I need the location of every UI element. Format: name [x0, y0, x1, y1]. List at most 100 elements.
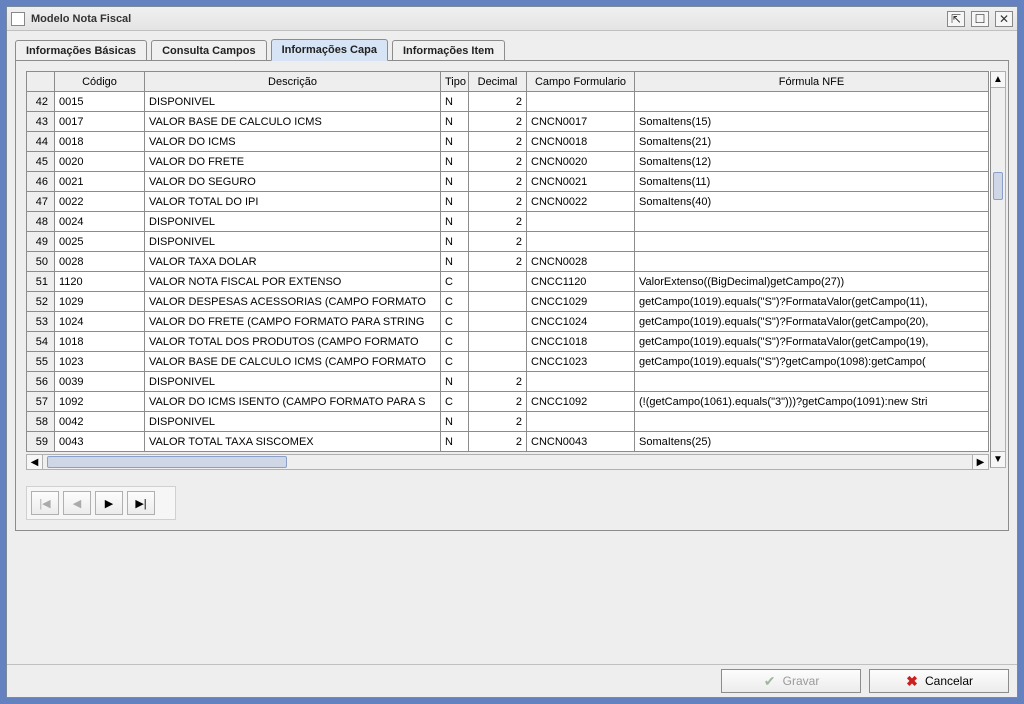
table-row[interactable]: 571092VALOR DO ICMS ISENTO (CAMPO FORMAT… [27, 392, 989, 412]
cell-formula[interactable]: SomaItens(40) [635, 192, 989, 212]
cell-codigo[interactable]: 1024 [55, 312, 145, 332]
cell-decimal[interactable]: 2 [469, 132, 527, 152]
cell-formula[interactable]: getCampo(1019).equals("S")?FormataValor(… [635, 312, 989, 332]
save-button[interactable]: ✔ Gravar [721, 669, 861, 693]
col-header-2[interactable]: Tipo [441, 72, 469, 92]
cell-campo[interactable]: CNCC1024 [527, 312, 635, 332]
cell-descricao[interactable]: VALOR DESPESAS ACESSORIAS (CAMPO FORMATO [145, 292, 441, 312]
cell-formula[interactable]: getCampo(1019).equals("S")?FormataValor(… [635, 292, 989, 312]
table-row[interactable]: 470022VALOR TOTAL DO IPIN2CNCN0022SomaIt… [27, 192, 989, 212]
table-row[interactable]: 460021VALOR DO SEGURON2CNCN0021SomaItens… [27, 172, 989, 192]
cell-tipo[interactable]: C [441, 272, 469, 292]
cell-descricao[interactable]: DISPONIVEL [145, 92, 441, 112]
vertical-scrollbar[interactable]: ▲ ▼ [990, 71, 1006, 468]
cell-formula[interactable]: SomaItens(12) [635, 152, 989, 172]
table-row[interactable]: 440018VALOR DO ICMSN2CNCN0018SomaItens(2… [27, 132, 989, 152]
cell-decimal[interactable] [469, 292, 527, 312]
cell-codigo[interactable]: 0043 [55, 432, 145, 452]
cell-descricao[interactable]: VALOR DO ICMS ISENTO (CAMPO FORMATO PARA… [145, 392, 441, 412]
cell-codigo[interactable]: 0028 [55, 252, 145, 272]
table-row[interactable]: 450020VALOR DO FRETEN2CNCN0020SomaItens(… [27, 152, 989, 172]
cell-descricao[interactable]: VALOR DO SEGURO [145, 172, 441, 192]
cell-formula[interactable]: getCampo(1019).equals("S")?FormataValor(… [635, 332, 989, 352]
table-row[interactable]: 500028VALOR TAXA DOLARN2CNCN0028 [27, 252, 989, 272]
maximize-icon[interactable]: ☐ [971, 11, 989, 27]
cell-formula[interactable] [635, 92, 989, 112]
cell-tipo[interactable]: N [441, 92, 469, 112]
cell-tipo[interactable]: N [441, 132, 469, 152]
cell-campo[interactable] [527, 412, 635, 432]
cell-tipo[interactable]: N [441, 372, 469, 392]
cell-decimal[interactable]: 2 [469, 372, 527, 392]
table-row[interactable]: 551023VALOR BASE DE CALCULO ICMS (CAMPO … [27, 352, 989, 372]
cell-decimal[interactable]: 2 [469, 252, 527, 272]
cell-codigo[interactable]: 0020 [55, 152, 145, 172]
cell-formula[interactable] [635, 252, 989, 272]
cell-descricao[interactable]: VALOR DO FRETE [145, 152, 441, 172]
cell-formula[interactable]: SomaItens(21) [635, 132, 989, 152]
cell-campo[interactable]: CNCN0018 [527, 132, 635, 152]
cell-tipo[interactable]: C [441, 392, 469, 412]
cell-campo[interactable]: CNCN0021 [527, 172, 635, 192]
cell-codigo[interactable]: 0022 [55, 192, 145, 212]
cell-descricao[interactable]: VALOR DO FRETE (CAMPO FORMATO PARA STRIN… [145, 312, 441, 332]
table-row[interactable]: 480024DISPONIVELN2 [27, 212, 989, 232]
nav-last-button[interactable]: ▶| [127, 491, 155, 515]
cell-descricao[interactable]: VALOR DO ICMS [145, 132, 441, 152]
tab-2[interactable]: Informações Capa [271, 39, 388, 61]
cell-campo[interactable] [527, 372, 635, 392]
table-row[interactable]: 531024VALOR DO FRETE (CAMPO FORMATO PARA… [27, 312, 989, 332]
cell-formula[interactable]: SomaItens(11) [635, 172, 989, 192]
cell-formula[interactable] [635, 372, 989, 392]
cell-decimal[interactable]: 2 [469, 212, 527, 232]
nav-next-button[interactable]: ▶ [95, 491, 123, 515]
cell-tipo[interactable]: N [441, 252, 469, 272]
cell-tipo[interactable]: N [441, 412, 469, 432]
cell-campo[interactable]: CNCC1029 [527, 292, 635, 312]
cell-decimal[interactable] [469, 352, 527, 372]
cell-tipo[interactable]: N [441, 152, 469, 172]
cell-campo[interactable]: CNCN0020 [527, 152, 635, 172]
cell-descricao[interactable]: VALOR NOTA FISCAL POR EXTENSO [145, 272, 441, 292]
cell-campo[interactable]: CNCN0028 [527, 252, 635, 272]
cell-codigo[interactable]: 1023 [55, 352, 145, 372]
cell-codigo[interactable]: 0024 [55, 212, 145, 232]
cell-descricao[interactable]: VALOR BASE DE CALCULO ICMS [145, 112, 441, 132]
tab-1[interactable]: Consulta Campos [151, 40, 267, 61]
cell-codigo[interactable]: 1018 [55, 332, 145, 352]
cell-formula[interactable]: SomaItens(25) [635, 432, 989, 452]
col-header-3[interactable]: Decimal [469, 72, 527, 92]
cell-decimal[interactable]: 2 [469, 92, 527, 112]
cell-descricao[interactable]: VALOR TOTAL TAXA SISCOMEX [145, 432, 441, 452]
table-row[interactable]: 541018VALOR TOTAL DOS PRODUTOS (CAMPO FO… [27, 332, 989, 352]
horizontal-scrollbar[interactable]: ◀ ▶ [26, 454, 989, 470]
restore-icon[interactable]: ⇱ [947, 11, 965, 27]
cell-decimal[interactable] [469, 332, 527, 352]
cell-formula[interactable]: getCampo(1019).equals("S")?getCampo(1098… [635, 352, 989, 372]
cell-descricao[interactable]: VALOR TOTAL DO IPI [145, 192, 441, 212]
cell-tipo[interactable]: N [441, 192, 469, 212]
cell-campo[interactable]: CNCC1023 [527, 352, 635, 372]
cell-formula[interactable]: (!(getCampo(1061).equals("3")))?getCampo… [635, 392, 989, 412]
vscroll-thumb[interactable] [993, 172, 1003, 200]
cell-tipo[interactable]: N [441, 212, 469, 232]
cell-formula[interactable] [635, 412, 989, 432]
tab-0[interactable]: Informações Básicas [15, 40, 147, 61]
cell-tipo[interactable]: N [441, 172, 469, 192]
cell-tipo[interactable]: C [441, 312, 469, 332]
cell-tipo[interactable]: N [441, 112, 469, 132]
cell-decimal[interactable]: 2 [469, 152, 527, 172]
cell-campo[interactable]: CNCC1018 [527, 332, 635, 352]
cell-descricao[interactable]: VALOR TAXA DOLAR [145, 252, 441, 272]
table-row[interactable]: 420015DISPONIVELN2 [27, 92, 989, 112]
table-row[interactable]: 580042DISPONIVELN2 [27, 412, 989, 432]
cell-tipo[interactable]: N [441, 432, 469, 452]
cell-descricao[interactable]: VALOR BASE DE CALCULO ICMS (CAMPO FORMAT… [145, 352, 441, 372]
cell-formula[interactable]: ValorExtenso((BigDecimal)getCampo(27)) [635, 272, 989, 292]
cell-campo[interactable]: CNCN0022 [527, 192, 635, 212]
scroll-right-icon[interactable]: ▶ [972, 455, 988, 469]
cell-descricao[interactable]: VALOR TOTAL DOS PRODUTOS (CAMPO FORMATO [145, 332, 441, 352]
cell-codigo[interactable]: 0042 [55, 412, 145, 432]
cell-tipo[interactable]: C [441, 292, 469, 312]
cell-formula[interactable] [635, 212, 989, 232]
